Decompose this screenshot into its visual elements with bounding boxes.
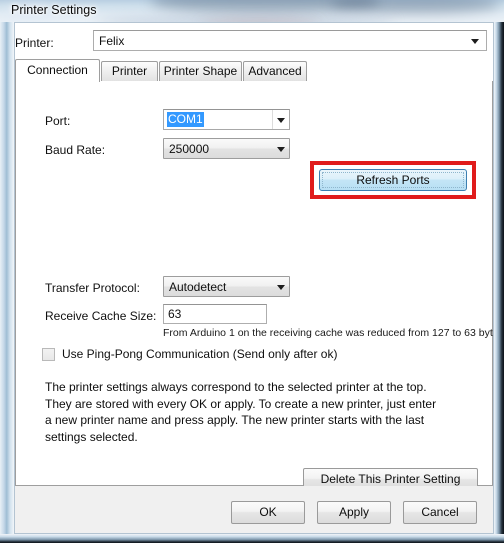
chevron-down-icon xyxy=(471,38,479,44)
baud-rate-combobox[interactable]: 250000 xyxy=(163,138,290,159)
transfer-protocol-label: Transfer Protocol: xyxy=(45,281,140,295)
chevron-down-icon xyxy=(277,284,285,290)
window-title: Printer Settings xyxy=(11,3,97,17)
ping-pong-checkbox[interactable] xyxy=(42,348,55,361)
tab-advanced[interactable]: Advanced xyxy=(243,61,307,81)
port-combobox-value: COM1 xyxy=(167,112,204,127)
tab-connection[interactable]: Connection xyxy=(15,59,100,82)
cache-hint-text: From Arduino 1 on the receiving cache wa… xyxy=(163,327,494,339)
refresh-ports-highlight-annotation xyxy=(310,161,476,199)
port-dropdown-button[interactable] xyxy=(272,110,289,129)
window-frame-bottom xyxy=(0,534,504,543)
transfer-protocol-combobox[interactable]: Autodetect xyxy=(163,276,290,297)
printer-settings-window: Printer Settings Printer: Felix Connecti… xyxy=(0,0,504,543)
tab-printer[interactable]: Printer xyxy=(101,61,158,81)
receive-cache-size-input[interactable]: 63 xyxy=(163,304,267,324)
dialog-client-area: Printer: Felix Connection Printer Printe… xyxy=(14,22,494,534)
tab-page-connection: Port: COM1 Baud Rate: 250000 Transfer Pr… xyxy=(15,81,494,491)
glass-blur-decoration xyxy=(150,0,380,14)
printer-combobox-value: Felix xyxy=(99,34,125,48)
tab-printer-shape[interactable]: Printer Shape xyxy=(159,61,242,81)
apply-button[interactable]: Apply xyxy=(317,501,391,524)
cancel-button[interactable]: Cancel xyxy=(403,501,477,524)
printer-label: Printer: xyxy=(15,36,54,50)
title-bar[interactable]: Printer Settings xyxy=(0,0,504,30)
printer-combobox[interactable]: Felix xyxy=(93,30,487,51)
receive-cache-size-label: Receive Cache Size: xyxy=(45,309,157,323)
baud-rate-label: Baud Rate: xyxy=(45,143,106,157)
tab-strip: Connection Printer Printer Shape Advance… xyxy=(15,59,493,82)
chevron-down-icon xyxy=(277,117,285,123)
transfer-protocol-value: Autodetect xyxy=(169,280,227,294)
baud-rate-dropdown-button[interactable] xyxy=(272,139,289,158)
ping-pong-label: Use Ping-Pong Communication (Send only a… xyxy=(62,347,338,361)
ok-button[interactable]: OK xyxy=(231,501,305,524)
window-frame-left xyxy=(0,22,14,535)
dialog-content: Printer: Felix Connection Printer Printe… xyxy=(15,23,493,533)
port-label: Port: xyxy=(45,114,71,128)
baud-rate-value: 250000 xyxy=(169,142,210,156)
receive-cache-size-value: 63 xyxy=(168,307,182,321)
window-frame-right xyxy=(494,22,504,535)
transfer-protocol-dropdown-button[interactable] xyxy=(272,277,289,296)
port-combobox[interactable]: COM1 xyxy=(163,109,290,130)
glass-blur-decoration xyxy=(330,0,500,14)
settings-description-text: The printer settings always correspond t… xyxy=(45,380,437,444)
chevron-down-icon xyxy=(277,146,285,152)
